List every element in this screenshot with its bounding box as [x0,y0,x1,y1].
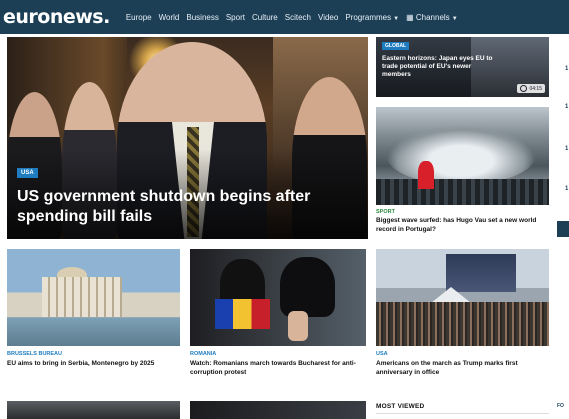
edge-list-number: 1 [565,104,569,110]
nav-item-sport[interactable]: Sport [226,13,245,22]
video-card[interactable]: GLOBAL Eastern horizons: Japan eyes EU t… [376,37,549,97]
top-navigation-bar: euronews. Europe World Business Sport Cu… [0,0,569,34]
story-image-partial[interactable] [190,401,366,419]
grid-icon: ▦ [406,12,414,22]
story-headline[interactable]: Watch: Romanians march towards Bucharest… [190,360,366,377]
chevron-down-icon: ▼ [393,15,400,22]
video-duration: 04:15 [529,85,542,92]
flag-image-detail [418,161,434,189]
divider [376,413,549,414]
nav-item-programmes[interactable]: Programmes ▼ [345,13,399,22]
edge-list-number: 1 [565,146,569,152]
masked-protester [280,257,335,317]
story-image-brussels[interactable] [7,249,180,346]
nav-item-world[interactable]: World [159,13,180,22]
sport-story-image[interactable] [376,107,549,205]
big-screen [446,254,516,292]
video-duration-badge: 04:15 [517,84,545,93]
sport-story-category[interactable]: SPORT [376,209,395,215]
edge-list-number: 1 [565,66,569,72]
nav-item-business[interactable]: Business [186,13,218,22]
nav-label-channels: Channels [415,12,450,22]
story-category[interactable]: BRUSSELS BUREAU [7,351,62,357]
crowd-image-detail [376,179,549,205]
euronews-logo[interactable]: euronews. [0,6,110,28]
story-category[interactable]: ROMANIA [190,351,216,357]
story-headline[interactable]: EU aims to bring in Serbia, Montenegro b… [7,360,180,369]
nav-item-europe[interactable]: Europe [126,13,152,22]
most-viewed-heading: MOST VIEWED [376,403,425,410]
story-image-usa[interactable] [376,249,549,346]
wave-image-detail [386,125,536,185]
nav-item-culture[interactable]: Culture [252,13,278,22]
hero-story[interactable]: USA US government shutdown begins after … [7,37,368,239]
edge-label: FO [557,403,564,409]
story-headline[interactable]: Americans on the march as Trump marks fi… [376,360,551,377]
story-image-romania[interactable] [190,249,366,346]
nav-item-scitech[interactable]: Scitech [285,13,311,22]
river-water [7,318,180,346]
video-card-tag[interactable]: GLOBAL [382,42,410,50]
chevron-down-icon: ▼ [451,15,458,22]
romanian-flag-scarf [215,299,270,329]
play-icon [520,85,528,92]
march-crowd [376,302,549,346]
main-nav: Europe World Business Sport Culture Scit… [126,13,458,22]
hero-headline[interactable]: US government shutdown begins after spen… [17,187,362,227]
sport-story-headline[interactable]: Biggest wave surfed: has Hugo Vau set a … [376,217,551,234]
building-facade [42,277,122,317]
nav-label-programmes: Programmes [345,12,392,22]
story-category[interactable]: USA [376,351,388,357]
edge-list-number: 1 [565,186,569,192]
nav-item-video[interactable]: Video [318,13,338,22]
video-card-headline[interactable]: Eastern horizons: Japan eyes EU to trade… [382,55,502,79]
hero-category-tag[interactable]: USA [17,168,38,178]
story-image-partial[interactable] [7,401,180,419]
peace-sign-hand [288,311,308,341]
nav-item-channels[interactable]: ▦ Channels ▼ [406,13,458,22]
edge-button[interactable] [557,221,569,237]
